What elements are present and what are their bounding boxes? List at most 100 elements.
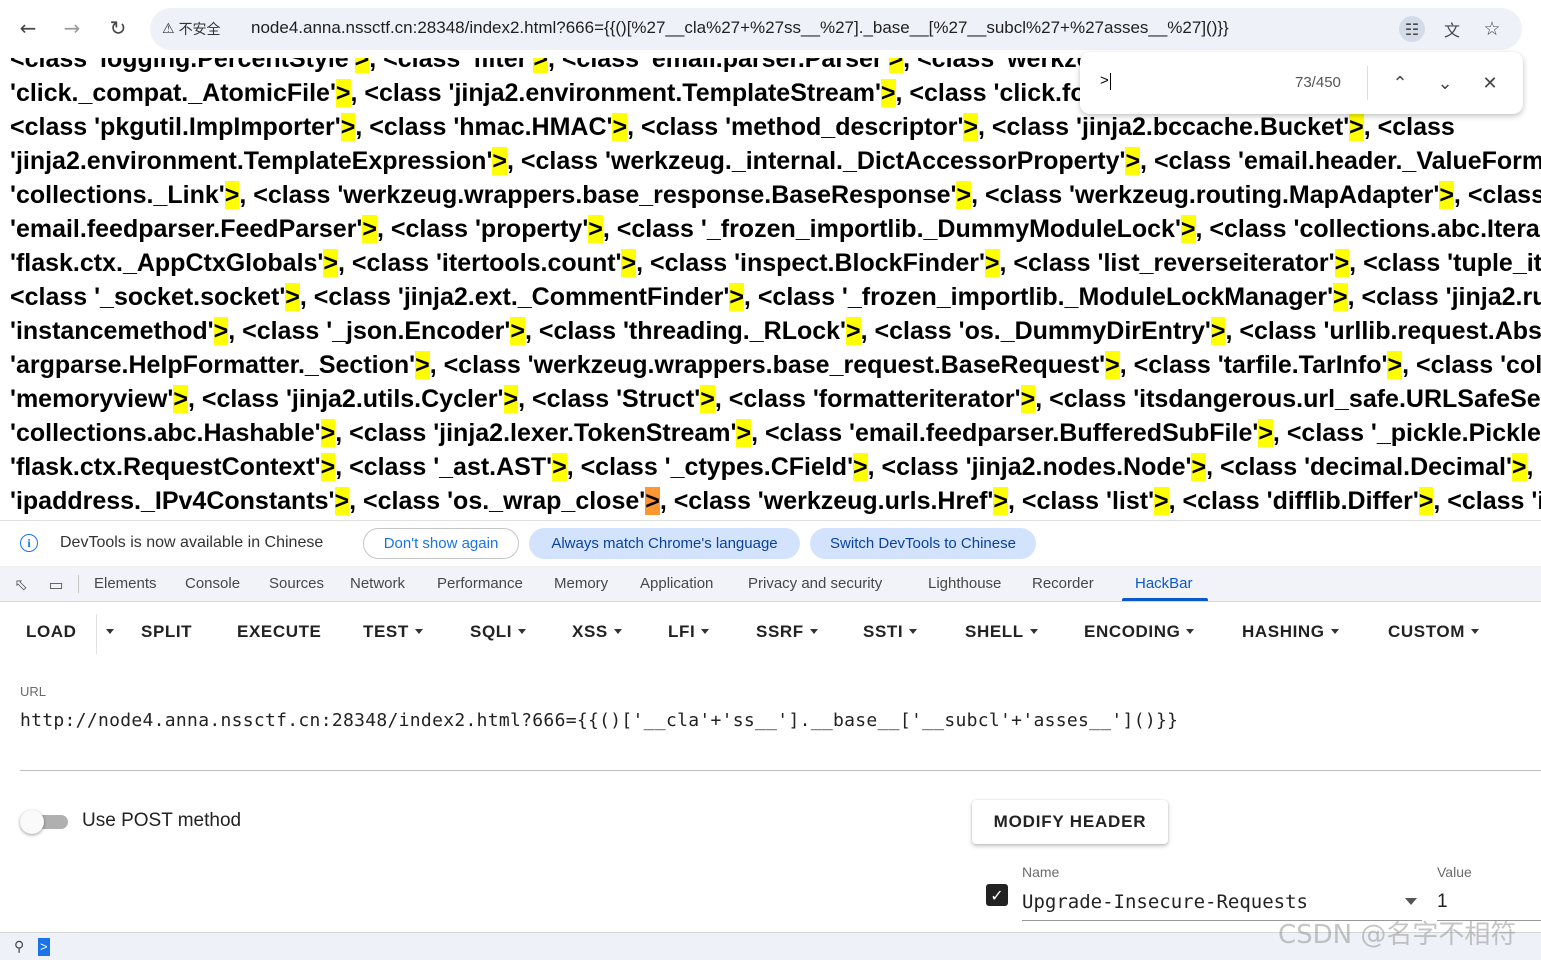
address-url[interactable]: node4.anna.nssctf.cn:28348/index2.html?6… <box>251 18 1229 38</box>
page-text-line: 'flask.ctx._AppCtxGlobals'>, <class 'ite… <box>10 246 1541 280</box>
find-match: > <box>993 487 1008 515</box>
text-run: , <class 'os._DummyDirEntry' <box>860 317 1211 345</box>
header-enabled-checkbox[interactable]: ✓ <box>986 884 1008 906</box>
text-run: , <class 'itsdangerous.url_safe.URLSafeS… <box>1035 385 1541 413</box>
find-match: > <box>335 79 351 107</box>
checkmark-icon: ✓ <box>990 885 1004 905</box>
modify-header-button[interactable]: MODIFY HEADER <box>972 800 1168 844</box>
find-match: > <box>552 453 567 481</box>
find-match: > <box>503 385 519 413</box>
lfi-menu-button[interactable]: LFI <box>668 622 710 642</box>
chevron-down-icon <box>909 628 918 634</box>
text-run: , <class 'hmac.HMAC' <box>355 113 613 141</box>
text-run: <class '_socket.socket' <box>10 283 286 311</box>
text-run: , <class 'werkzeug.wrappers.base_request… <box>429 351 1106 379</box>
find-match: > <box>853 453 868 481</box>
hashing-menu-button[interactable]: HASHING <box>1242 622 1339 642</box>
text-run: , <class 'collections.abc.Iterable' <box>1195 215 1541 243</box>
tab-sources[interactable]: Sources <box>269 575 324 592</box>
text-run: 'memoryview' <box>10 385 174 413</box>
translate-icon[interactable]: 文 <box>1439 16 1465 42</box>
find-match: > <box>1439 181 1454 209</box>
text-run: , <class '_ctypes.CField' <box>566 453 854 481</box>
find-match: > <box>510 317 525 345</box>
text-run: 'ipaddress._IPv4Constants' <box>10 487 335 515</box>
device-toolbar-icon[interactable]: ▭ <box>45 574 67 594</box>
text-run: 'jinja2.environment.TemplateExpression' <box>10 147 493 175</box>
inspect-element-icon[interactable]: ⬁ <box>10 574 32 594</box>
header-name-dropdown-icon[interactable] <box>1405 898 1417 905</box>
test-menu-button[interactable]: TEST <box>363 622 423 642</box>
header-value-input[interactable]: 1 <box>1437 891 1448 913</box>
ssrf-menu-button[interactable]: SSRF <box>756 622 818 642</box>
find-previous-icon[interactable]: ⌃ <box>1387 70 1413 96</box>
find-match: > <box>1210 317 1226 345</box>
text-run: , <class 'email.header._ValueFormatte <box>1140 147 1541 175</box>
page-text-line: <class 'pkgutil.ImpImporter'>, <class 'h… <box>10 110 1541 144</box>
tab-lighthouse[interactable]: Lighthouse <box>928 575 1001 592</box>
post-method-toggle[interactable] <box>20 810 70 834</box>
header-name-label: Name <box>1022 864 1060 880</box>
url-input[interactable]: http://node4.anna.nssctf.cn:28348/index2… <box>20 710 1178 731</box>
find-match: > <box>340 113 356 141</box>
switch-to-chinese-button[interactable]: Switch DevTools to Chinese <box>810 528 1036 559</box>
url-input-underline <box>20 770 1541 771</box>
find-match: > <box>1180 215 1196 243</box>
chevron-down-icon <box>414 628 423 634</box>
load-button[interactable]: LOAD <box>26 622 77 642</box>
text-run: , <class '_pickle.Pickler' <box>1272 419 1541 447</box>
find-match: > <box>612 113 628 141</box>
tab-memory[interactable]: Memory <box>554 575 608 592</box>
tab-hackbar[interactable]: HackBar <box>1135 575 1193 592</box>
text-run: , <class 'inspect.BlockFinder' <box>636 249 985 277</box>
execute-button[interactable]: EXECUTE <box>237 622 322 642</box>
text-run: , <class 'tarfile.TarInfo' <box>1119 351 1388 379</box>
find-match: > <box>1333 283 1348 311</box>
find-input[interactable]: > <box>1100 72 1111 90</box>
ssti-menu-button[interactable]: SSTI <box>863 622 918 642</box>
text-run: , <class 'os._wrap_close' <box>349 487 646 515</box>
tab-network[interactable]: Network <box>350 575 405 592</box>
forward-icon[interactable]: → <box>58 14 86 42</box>
text-run: , <class <box>1363 113 1455 141</box>
find-match: > <box>1418 487 1434 515</box>
reload-icon[interactable]: ↻ <box>104 14 132 42</box>
toggle-knob <box>20 810 44 834</box>
encoding-menu-button[interactable]: ENCODING <box>1084 622 1195 642</box>
sqli-menu-button[interactable]: SQLI <box>470 622 527 642</box>
dont-show-again-button[interactable]: Don't show again <box>363 528 519 559</box>
find-close-icon[interactable]: ✕ <box>1477 70 1503 96</box>
tab-privacy-and-security[interactable]: Privacy and security <box>748 575 882 592</box>
find-match: > <box>588 215 603 243</box>
tab-application[interactable]: Application <box>640 575 713 592</box>
tab-performance[interactable]: Performance <box>437 575 523 592</box>
back-icon[interactable]: ← <box>14 14 42 42</box>
chevron-down-icon <box>106 628 114 634</box>
test-label: TEST <box>363 622 409 641</box>
page-text-line: 'ipaddress._IPv4Constants' > , <class 'os.… <box>10 484 1541 518</box>
text-run: 'flask.ctx.RequestContext' <box>10 453 321 481</box>
header-name-input[interactable]: Upgrade-Insecure-Requests <box>1022 891 1308 913</box>
xss-menu-button[interactable]: XSS <box>572 622 622 642</box>
always-match-language-button[interactable]: Always match Chrome's language <box>529 528 800 559</box>
address-bar[interactable]: ⚠ 不安全 node4.anna.nssctf.cn:28348/index2.… <box>150 8 1522 50</box>
page-text-line: 'memoryview'>, <class 'jinja2.utils.Cycl… <box>10 382 1541 416</box>
find-match: > <box>736 419 752 447</box>
page-text-line: 'collections.abc.Hashable'>, <class 'jin… <box>10 416 1541 450</box>
lfi-label: LFI <box>668 622 696 641</box>
page-text-line: 'flask.ctx.RequestContext'>, <class '_as… <box>10 450 1541 484</box>
page-search-icon[interactable]: ☷ <box>1399 16 1425 42</box>
shell-menu-button[interactable]: SHELL <box>965 622 1038 642</box>
tab-console[interactable]: Console <box>185 575 240 592</box>
custom-menu-button[interactable]: CUSTOM <box>1388 622 1479 642</box>
devtools-search-query[interactable]: > <box>38 938 50 956</box>
security-indicator[interactable]: ⚠ 不安全 <box>162 19 221 39</box>
text-run: 'flask.ctx._AppCtxGlobals' <box>10 249 324 277</box>
tab-recorder[interactable]: Recorder <box>1032 575 1094 592</box>
bookmark-star-icon[interactable]: ☆ <box>1479 16 1505 42</box>
split-button[interactable]: SPLIT <box>141 622 192 642</box>
load-dropdown-button[interactable] <box>100 622 114 642</box>
find-next-icon[interactable]: ⌄ <box>1432 70 1458 96</box>
tab-elements[interactable]: Elements <box>94 575 157 592</box>
infobar-message: DevTools is now available in Chinese <box>60 534 324 551</box>
